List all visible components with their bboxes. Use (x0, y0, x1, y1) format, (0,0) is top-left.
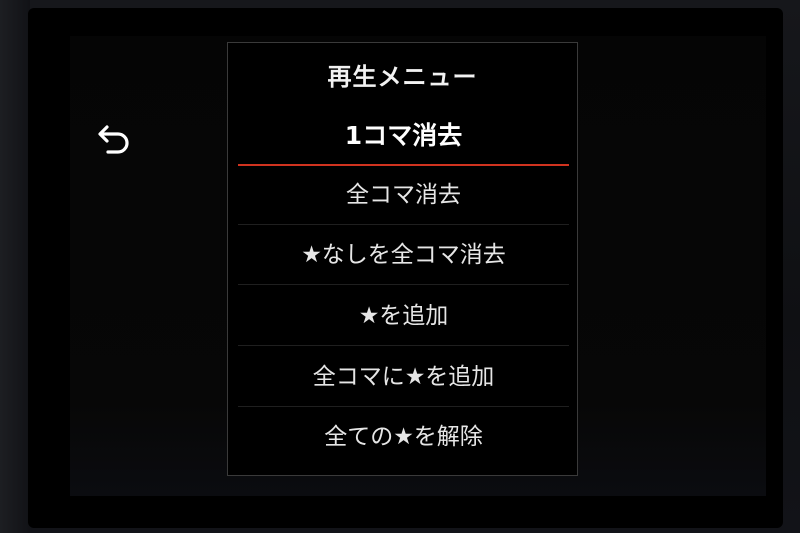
menu-item-star-all[interactable]: 全コマに★を追加 (238, 347, 569, 407)
menu-item-add-star[interactable]: ★を追加 (238, 286, 569, 346)
menu-title: 再生メニュー (327, 63, 478, 91)
menu-item-delete-single[interactable]: 1コマ消去 (238, 106, 569, 166)
menu-item-clear-stars[interactable]: 全ての★を解除 (238, 407, 569, 467)
playback-menu: 再生メニュー 1コマ消去 全コマ消去 ★なしを全コマ消去 ★を追加 全コマに★を… (227, 42, 578, 476)
menu-item-delete-all[interactable]: 全コマ消去 (238, 165, 569, 225)
back-arrow-icon[interactable] (96, 120, 134, 158)
menu-item-delete-unstarred[interactable]: ★なしを全コマ消去 (238, 225, 569, 285)
